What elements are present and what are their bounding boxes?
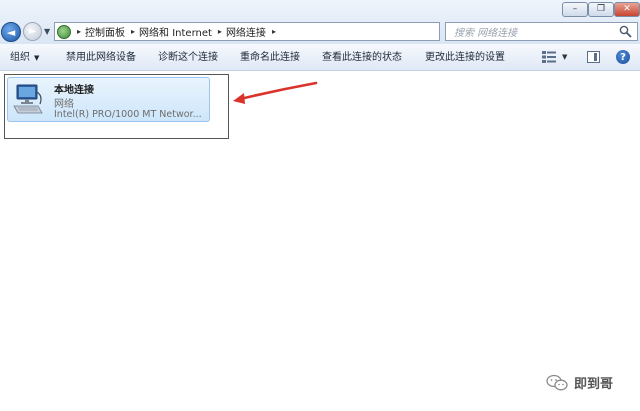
search-input[interactable]: 搜索 网络连接 (445, 22, 638, 41)
watermark: 即到哥 (546, 373, 613, 392)
connection-device: Intel(R) PRO/1000 MT Networ... (54, 109, 202, 120)
back-button[interactable]: ◄ (1, 22, 21, 42)
annotation-arrow (233, 81, 318, 104)
recent-pages-dropdown[interactable]: ▼ (44, 27, 50, 36)
diagnose-connection-button[interactable]: 诊断这个连接 (158, 44, 218, 71)
preview-pane-icon[interactable] (587, 51, 600, 63)
chat-bubble-icon (546, 374, 568, 390)
search-icon[interactable] (619, 25, 632, 38)
breadcrumb-separator[interactable]: ▸ (131, 27, 135, 36)
breadcrumb-network-internet[interactable]: 网络和 Internet (139, 24, 212, 39)
forward-button[interactable]: ► (23, 22, 42, 41)
network-adapter-icon (13, 84, 43, 114)
view-options-dropdown[interactable]: ▼ (562, 44, 567, 71)
organize-menu[interactable]: 组织 ▼ (10, 44, 39, 71)
help-icon[interactable]: ? (616, 50, 630, 64)
local-connection-item[interactable]: 本地连接 网络 Intel(R) PRO/1000 MT Networ... (7, 77, 210, 122)
close-button[interactable]: ✕ (614, 2, 640, 17)
minimize-button[interactable]: – (562, 2, 588, 17)
breadcrumb-network-connections[interactable]: 网络连接 (226, 24, 266, 39)
view-options-icon[interactable] (542, 51, 556, 63)
command-toolbar: 组织 ▼ 禁用此网络设备 诊断这个连接 重命名此连接 查看此连接的状态 更改此连接… (0, 44, 640, 71)
watermark-text: 即到哥 (574, 377, 614, 392)
disable-device-button[interactable]: 禁用此网络设备 (66, 44, 136, 71)
rename-connection-button[interactable]: 重命名此连接 (240, 44, 300, 71)
connection-network: 网络 (54, 99, 74, 110)
connection-name: 本地连接 (54, 85, 94, 96)
maximize-button[interactable]: ❐ (588, 2, 614, 17)
breadcrumb-control-panel[interactable]: 控制面板 (85, 24, 125, 39)
breadcrumb-separator[interactable]: ▸ (272, 27, 276, 36)
breadcrumb-separator[interactable]: ▸ (218, 27, 222, 36)
view-status-button[interactable]: 查看此连接的状态 (322, 44, 402, 71)
chevron-down-icon: ▼ (34, 54, 40, 62)
change-settings-button[interactable]: 更改此连接的设置 (425, 44, 505, 71)
breadcrumb-separator[interactable]: ▸ (77, 27, 81, 36)
title-bar: – ❐ ✕ ◄ ► ▼ ▸ 控制面板 ▸ 网络和 Internet ▸ 网络连接… (0, 0, 640, 44)
organize-label: 组织 (10, 52, 30, 63)
address-bar[interactable]: ▸ 控制面板 ▸ 网络和 Internet ▸ 网络连接 ▸ ▼ ↻ (54, 22, 488, 41)
search-placeholder: 搜索 网络连接 (454, 28, 518, 39)
control-panel-icon (57, 24, 71, 39)
